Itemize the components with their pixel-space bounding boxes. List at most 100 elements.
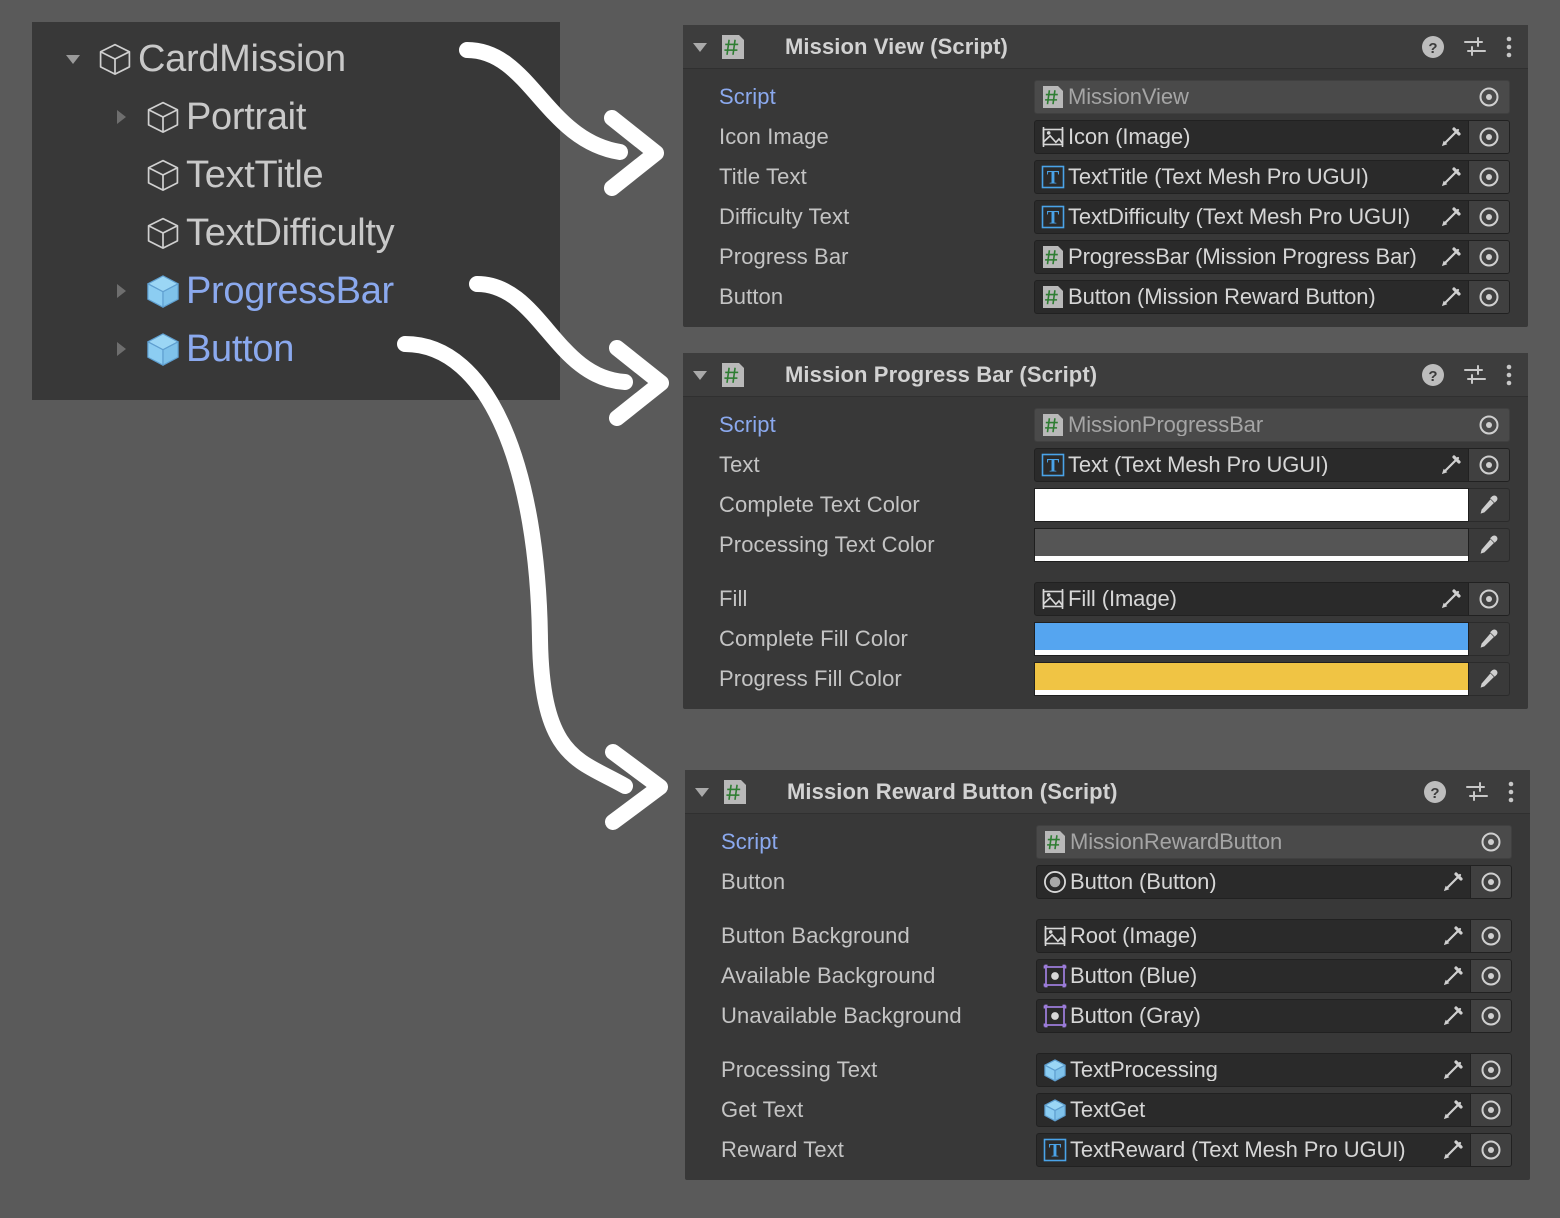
object-field-value: Icon (Image) (1068, 126, 1191, 148)
object-picker-icon[interactable] (1470, 866, 1511, 898)
component-header[interactable]: Mission Reward Button (Script)? (685, 770, 1530, 814)
color-swatch[interactable] (1034, 488, 1469, 522)
edit-pencil-icon[interactable] (1434, 125, 1468, 149)
color-field[interactable] (1034, 662, 1510, 696)
object-field[interactable]: MissionProgressBar (1034, 408, 1510, 442)
object-picker-icon[interactable] (1470, 1000, 1511, 1032)
color-field[interactable] (1034, 622, 1510, 656)
foldout-expanded-icon[interactable] (54, 50, 92, 68)
eyedropper-icon[interactable] (1469, 622, 1510, 656)
object-field[interactable]: ProgressBar (Mission Progress Bar) (1034, 240, 1510, 274)
eyedropper-icon[interactable] (1469, 528, 1510, 562)
hierarchy-panel[interactable]: CardMission Portrait TextTitle TextDifficul… (32, 22, 560, 400)
color-swatch[interactable] (1034, 622, 1469, 656)
object-picker-icon[interactable] (1468, 161, 1509, 193)
tmp-icon: T (1038, 205, 1068, 229)
component-mission-view[interactable]: Mission View (Script)? Script MissionView I… (683, 25, 1528, 327)
edit-pencil-icon[interactable] (1434, 453, 1468, 477)
object-field-value: MissionProgressBar (1068, 414, 1264, 436)
preset-icon[interactable] (1464, 779, 1490, 805)
color-swatch-alpha (1035, 690, 1468, 695)
edit-pencil-icon[interactable] (1436, 1098, 1470, 1122)
object-field[interactable]: T TextReward (Text Mesh Pro UGUI) (1036, 1133, 1512, 1167)
object-field[interactable]: Icon (Image) (1034, 120, 1510, 154)
object-field[interactable]: Fill (Image) (1034, 582, 1510, 616)
eyedropper-icon[interactable] (1469, 488, 1510, 522)
object-field[interactable]: MissionView (1034, 80, 1510, 114)
edit-pencil-icon[interactable] (1434, 165, 1468, 189)
hierarchy-item-button[interactable]: Button (32, 320, 560, 378)
object-picker-icon[interactable] (1470, 1054, 1511, 1086)
edit-pencil-icon[interactable] (1434, 587, 1468, 611)
help-icon[interactable]: ? (1420, 34, 1446, 60)
edit-pencil-icon[interactable] (1434, 245, 1468, 269)
edit-pencil-icon[interactable] (1436, 870, 1470, 894)
gameobject-cube-icon (140, 99, 186, 135)
edit-pencil-icon[interactable] (1436, 964, 1470, 988)
object-field[interactable]: T Text (Text Mesh Pro UGUI) (1034, 448, 1510, 482)
color-swatch[interactable] (1034, 662, 1469, 696)
object-picker-icon[interactable] (1468, 281, 1509, 313)
object-field[interactable]: Button (Gray) (1036, 999, 1512, 1033)
more-menu-icon[interactable] (1504, 362, 1514, 388)
object-picker-icon[interactable] (1468, 201, 1509, 233)
object-field[interactable]: TextGet (1036, 1093, 1512, 1127)
object-field[interactable]: Button (Button) (1036, 865, 1512, 899)
object-field[interactable]: Button (Mission Reward Button) (1034, 280, 1510, 314)
hierarchy-item-label: TextDifficulty (186, 212, 395, 254)
more-menu-icon[interactable] (1504, 34, 1514, 60)
edit-pencil-icon[interactable] (1434, 285, 1468, 309)
help-icon[interactable]: ? (1420, 362, 1446, 388)
color-swatch[interactable] (1034, 528, 1469, 562)
more-menu-icon[interactable] (1506, 779, 1516, 805)
property-row: Icon Image Icon (Image) (683, 117, 1528, 157)
object-picker-icon[interactable] (1468, 449, 1509, 481)
help-icon[interactable]: ? (1422, 779, 1448, 805)
eyedropper-icon[interactable] (1469, 662, 1510, 696)
component-header[interactable]: Mission View (Script)? (683, 25, 1528, 69)
edit-pencil-icon[interactable] (1436, 1058, 1470, 1082)
object-field[interactable]: Button (Blue) (1036, 959, 1512, 993)
hierarchy-item-portrait[interactable]: Portrait (32, 88, 560, 146)
edit-pencil-icon[interactable] (1436, 1138, 1470, 1162)
hierarchy-item-texttitle[interactable]: TextTitle (32, 146, 560, 204)
foldout-collapsed-icon[interactable] (102, 282, 140, 300)
object-field[interactable]: T TextTitle (Text Mesh Pro UGUI) (1034, 160, 1510, 194)
object-picker-icon[interactable] (1471, 826, 1511, 858)
preset-icon[interactable] (1462, 34, 1488, 60)
object-picker-icon[interactable] (1470, 920, 1511, 952)
foldout-collapsed-icon[interactable] (102, 340, 140, 358)
script-icon (1038, 85, 1068, 109)
object-field[interactable]: TextProcessing (1036, 1053, 1512, 1087)
object-field[interactable]: Root (Image) (1036, 919, 1512, 953)
hierarchy-item-progressbar[interactable]: ProgressBar (32, 262, 560, 320)
property-label: Processing Text Color (719, 532, 935, 557)
object-picker-icon[interactable] (1468, 121, 1509, 153)
object-picker-icon[interactable] (1469, 81, 1509, 113)
object-picker-icon[interactable] (1470, 960, 1511, 992)
object-field[interactable]: T TextDifficulty (Text Mesh Pro UGUI) (1034, 200, 1510, 234)
object-picker-icon[interactable] (1469, 409, 1509, 441)
color-field[interactable] (1034, 488, 1510, 522)
component-foldout-icon[interactable] (683, 39, 717, 55)
object-picker-icon[interactable] (1468, 583, 1509, 615)
object-picker-icon[interactable] (1470, 1134, 1511, 1166)
property-row: Button Button (Mission Reward Button) (683, 277, 1528, 317)
component-title: Mission Progress Bar (Script) (785, 361, 1098, 387)
foldout-collapsed-icon[interactable] (102, 108, 140, 126)
edit-pencil-icon[interactable] (1434, 205, 1468, 229)
hierarchy-item-cardmission[interactable]: CardMission (32, 30, 560, 88)
edit-pencil-icon[interactable] (1436, 924, 1470, 948)
component-header[interactable]: Mission Progress Bar (Script)? (683, 353, 1528, 397)
component-mission-reward-button[interactable]: Mission Reward Button (Script)? Script Mis… (685, 770, 1530, 1180)
component-foldout-icon[interactable] (685, 784, 719, 800)
object-picker-icon[interactable] (1470, 1094, 1511, 1126)
object-field[interactable]: MissionRewardButton (1036, 825, 1512, 859)
component-foldout-icon[interactable] (683, 367, 717, 383)
hierarchy-item-textdifficulty[interactable]: TextDifficulty (32, 204, 560, 262)
color-field[interactable] (1034, 528, 1510, 562)
preset-icon[interactable] (1462, 362, 1488, 388)
component-mission-progress-bar[interactable]: Mission Progress Bar (Script)? Script Miss… (683, 353, 1528, 709)
object-picker-icon[interactable] (1468, 241, 1509, 273)
edit-pencil-icon[interactable] (1436, 1004, 1470, 1028)
